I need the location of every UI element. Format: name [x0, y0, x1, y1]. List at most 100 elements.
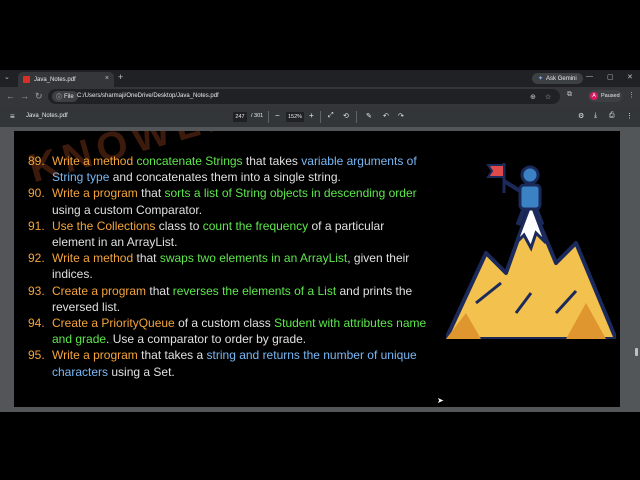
url-text: C:/Users/sharmaji/OneDrive/Desktop/Java_…: [77, 93, 219, 99]
list-item: 89. Write a method concatenate Strings th…: [28, 153, 428, 185]
chrome-menu-icon[interactable]: ⋮: [628, 91, 635, 99]
page-number-input[interactable]: 247: [233, 112, 247, 122]
item-number: 95.: [28, 348, 45, 363]
back-button[interactable]: ←: [6, 92, 15, 101]
text-segment: Use the Collections: [52, 218, 156, 233]
maximize-button[interactable]: ▢: [607, 73, 614, 81]
pdf-title: Java_Notes.pdf: [26, 113, 68, 119]
zoom-level-input[interactable]: 152%: [286, 112, 304, 122]
page-count: / 301: [251, 113, 264, 119]
text-segment: using a custom Comparator.: [52, 202, 203, 217]
text-segment: that takes a: [137, 348, 207, 363]
text-segment: count the frequency: [202, 218, 309, 233]
new-tab-button[interactable]: +: [118, 72, 123, 82]
extensions-icon[interactable]: ⧉: [567, 91, 572, 99]
zoom-in-button[interactable]: +: [309, 111, 314, 120]
pdf-icon: [23, 76, 30, 83]
list-item: 92. Write a method that swaps two element…: [28, 250, 428, 282]
text-segment: using a Set.: [108, 364, 175, 379]
item-text: Write a program that sorts a list of Str…: [52, 185, 428, 217]
tab-java-notes[interactable]: Java_Notes.pdf ×: [18, 72, 114, 87]
text-segment: Write a method: [52, 154, 137, 168]
redo-button[interactable]: ↷: [398, 112, 404, 120]
zoom-icon[interactable]: ⊕: [530, 93, 536, 101]
text-segment: concatenate Strings: [136, 154, 243, 168]
undo-button[interactable]: ↶: [383, 112, 389, 120]
list-item: 91. Use the Collections class to count th…: [28, 218, 428, 250]
vertical-scrollbar[interactable]: ▲ ▼: [630, 127, 640, 412]
tab-close-button[interactable]: ×: [105, 75, 109, 82]
tab-title: Java_Notes.pdf: [34, 76, 76, 83]
pdf-page: KNOWLEDGEGATE 89.Write a method concaten…: [14, 131, 620, 407]
tab-bar: ⌄ Java_Notes.pdf × + ✦ Ask Gemini — ▢ ✕: [0, 70, 640, 87]
scrollbar-thumb[interactable]: [635, 348, 638, 356]
bookmark-star-icon[interactable]: ☆: [545, 93, 551, 101]
mountain-climber-illustration: [446, 163, 616, 339]
text-segment: of a custom class: [174, 316, 275, 331]
text-segment: Create a program: [52, 283, 147, 298]
item-number: 93.: [28, 283, 45, 298]
minimize-button[interactable]: —: [586, 73, 593, 80]
download-button[interactable]: ⤓: [594, 112, 597, 120]
divider: [356, 111, 357, 123]
sidebar-menu-icon[interactable]: ≡: [10, 112, 15, 121]
zoom-out-button[interactable]: −: [275, 111, 280, 120]
rotate-icon[interactable]: ⟲: [343, 112, 349, 120]
list-item: 94. Create a PriorityQueue of a custom cl…: [28, 315, 428, 347]
profile-status: Paused: [601, 93, 620, 99]
item-text: Create a PriorityQueue of a custom class…: [52, 315, 428, 347]
item-text: Write a method that swaps two elements i…: [52, 250, 428, 282]
address-bar[interactable]: ⓘ File C:/Users/sharmaji/OneDrive/Deskto…: [48, 89, 560, 104]
text-segment: swaps two elements in an ArrayList: [159, 251, 348, 266]
file-label: File: [64, 93, 74, 100]
text-segment: Write a method: [52, 251, 134, 266]
item-text: Write a program that takes a string and …: [52, 347, 428, 379]
text-segment: Create a PriorityQueue: [52, 316, 175, 331]
text-segment: class to: [155, 218, 203, 233]
item-number: 91.: [28, 218, 45, 233]
text-segment: and concatenates them into a single stri…: [109, 170, 341, 185]
divider: [320, 111, 321, 123]
annotation-icon[interactable]: ⚙: [578, 112, 584, 120]
text-segment: that takes: [242, 154, 302, 168]
pdf-viewer: KNOWLEDGEGATE 89.Write a method concaten…: [0, 127, 640, 412]
item-text: Write a method concatenate Strings that …: [52, 153, 428, 185]
gemini-label: Ask Gemini: [546, 75, 577, 82]
info-icon: ⓘ: [56, 95, 63, 101]
draw-icon[interactable]: ✎: [366, 112, 372, 120]
text-segment: . Use a comparator to order by grade.: [106, 332, 307, 347]
ask-gemini-button[interactable]: ✦ Ask Gemini: [532, 73, 583, 84]
item-number: 92.: [28, 251, 45, 266]
browser-window: ⌄ Java_Notes.pdf × + ✦ Ask Gemini — ▢ ✕ …: [0, 70, 640, 412]
forward-button[interactable]: →: [20, 92, 29, 101]
text-segment: that: [133, 251, 160, 266]
print-button[interactable]: ⎙: [609, 112, 615, 120]
text-segment: that: [137, 186, 165, 201]
fit-page-icon[interactable]: ⤢: [328, 112, 334, 120]
item-number: 89.: [28, 154, 45, 168]
site-info-chip[interactable]: ⓘ File: [52, 91, 78, 102]
item-text: Create a program that reverses the eleme…: [52, 283, 428, 315]
list-item: 93. Create a program that reverses the el…: [28, 283, 428, 315]
text-segment: Write a program: [52, 186, 138, 201]
tab-search-button[interactable]: ⌄: [4, 73, 10, 81]
pdf-toolbar: ≡ Java_Notes.pdf 247 / 301 − 152% + ⤢ ⟲ …: [0, 107, 640, 127]
mouse-cursor-icon: ➤: [437, 396, 444, 405]
close-window-button[interactable]: ✕: [627, 73, 633, 81]
item-number: 90.: [28, 186, 45, 201]
item-text: Use the Collections class to count the f…: [52, 218, 428, 250]
text-segment: sorts a list of String objects in descen…: [164, 186, 417, 201]
list-item: 95. Write a program that takes a string a…: [28, 347, 428, 379]
list-item: 90. Write a program that sorts a list of …: [28, 185, 428, 217]
address-row: ← → ↻ ⓘ File C:/Users/sharmaji/OneDrive/…: [0, 87, 640, 107]
reload-button[interactable]: ↻: [35, 92, 43, 101]
text-segment: Write a program: [52, 348, 138, 363]
more-actions-button[interactable]: ⋮: [626, 112, 633, 120]
item-number: 94.: [28, 316, 45, 331]
profile-button[interactable]: A Paused: [588, 90, 622, 102]
text-segment: reverses the elements of a List: [172, 283, 337, 298]
text-segment: that: [146, 283, 173, 298]
gemini-icon: ✦: [538, 76, 544, 82]
question-list: 89. Write a method concatenate Strings th…: [28, 153, 428, 380]
divider: [268, 111, 269, 123]
